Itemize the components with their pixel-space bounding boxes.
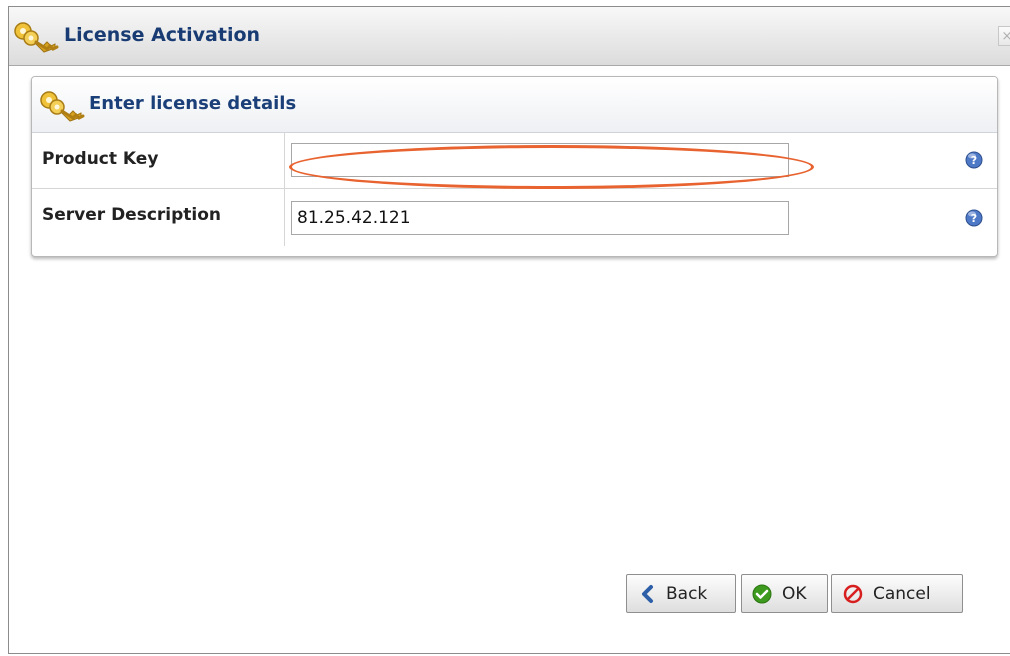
keys-icon [14, 22, 59, 53]
check-circle-icon [752, 584, 772, 604]
server-description-input[interactable] [291, 201, 789, 235]
product-key-row: Product Key ? [32, 132, 997, 189]
label-cell: Server Description [32, 188, 285, 246]
panel-header: Enter license details [32, 77, 997, 133]
server-description-label: Server Description [42, 205, 222, 225]
cancel-button[interactable]: Cancel [831, 574, 963, 613]
help-icon[interactable]: ? [965, 151, 983, 169]
ok-button[interactable]: OK [741, 574, 828, 613]
panel-title: Enter license details [89, 93, 297, 114]
chevron-left-icon [642, 585, 653, 603]
cancel-circle-icon [843, 584, 863, 604]
product-key-input[interactable] [291, 143, 789, 177]
label-cell: Product Key [32, 132, 285, 188]
cancel-button-label: Cancel [873, 584, 931, 604]
server-description-row: Server Description ? [32, 188, 997, 246]
license-activation-dialog: License Activation × Enter license detai… [8, 6, 1010, 654]
dialog-titlebar: License Activation × [9, 7, 1010, 66]
dialog-title: License Activation [64, 24, 261, 46]
close-button[interactable]: × [998, 26, 1010, 46]
svg-text:?: ? [971, 154, 977, 167]
ok-button-label: OK [782, 584, 807, 604]
back-button[interactable]: Back [626, 574, 736, 613]
svg-text:?: ? [971, 212, 977, 225]
license-details-panel: Enter license details Product Key ? Serv… [31, 76, 998, 257]
back-button-label: Back [666, 584, 708, 604]
product-key-label: Product Key [42, 149, 159, 169]
keys-icon [40, 91, 85, 122]
help-icon[interactable]: ? [965, 209, 983, 227]
